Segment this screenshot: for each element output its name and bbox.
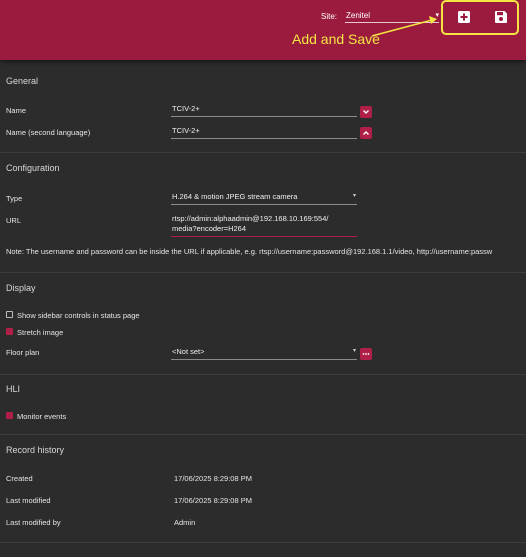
sidebar-controls-label: Show sidebar controls in status page — [17, 311, 140, 320]
annotation-arrow — [371, 16, 437, 37]
chevron-down-icon: ▾ — [352, 193, 356, 199]
section-record-history-title: Record history — [6, 445, 65, 455]
chevron-down-icon — [363, 110, 369, 114]
stretch-image-label: Stretch image — [17, 328, 64, 337]
more-dots-icon — [362, 353, 370, 355]
floor-plan-label: Floor plan — [6, 348, 40, 357]
type-select[interactable]: H.264 & motion JPEG stream camera ▾ — [171, 192, 357, 205]
url-input-line2: media?encoder=H264 — [172, 224, 247, 233]
monitor-events-checkbox[interactable] — [6, 412, 13, 419]
sidebar-controls-checkbox[interactable] — [6, 311, 13, 318]
section-hli-title: HLI — [6, 384, 21, 394]
chevron-down-icon: ▾ — [352, 348, 356, 354]
last-modified-label: Last modified — [6, 496, 51, 505]
created-label: Created — [6, 474, 33, 483]
url-label: URL — [6, 216, 22, 225]
divider — [0, 374, 526, 375]
type-label: Type — [6, 194, 23, 203]
name-input[interactable]: TCIV-2+ — [171, 104, 357, 117]
created-value: 17/06/2025 8:29:08 PM — [174, 474, 252, 483]
name2-input-value: TCIV-2+ — [172, 126, 200, 135]
name-input-value: TCIV-2+ — [172, 104, 200, 113]
last-modified-value: 17/06/2025 8:29:08 PM — [174, 496, 252, 505]
name2-input[interactable]: TCIV-2+ — [171, 126, 357, 139]
floor-plan-browse-button[interactable] — [360, 348, 372, 360]
last-modified-by-value: Admin — [174, 518, 196, 527]
section-display-title: Display — [6, 283, 36, 293]
last-modified-by-label: Last modified by — [6, 518, 61, 527]
annotation-text: Add and Save — [292, 31, 380, 47]
url-note: Note: The username and password can be i… — [6, 247, 493, 256]
divider — [0, 542, 526, 543]
collapse-language-button[interactable] — [360, 106, 372, 118]
monitor-events-label: Monitor events — [17, 412, 67, 421]
name2-label: Name (second language) — [6, 128, 91, 137]
stretch-image-checkbox[interactable] — [6, 328, 13, 335]
url-input[interactable]: rtsp://admin:alphaadmin@192.168.10.169:5… — [171, 214, 357, 237]
section-general-title: General — [6, 76, 39, 86]
expand-language-button[interactable] — [360, 127, 372, 139]
floor-plan-select[interactable]: <Not set> ▾ — [171, 347, 357, 360]
divider — [0, 152, 526, 153]
url-input-line1: rtsp://admin:alphaadmin@192.168.10.169:5… — [172, 214, 329, 223]
section-configuration-title: Configuration — [6, 163, 60, 173]
name-label: Name — [6, 106, 27, 115]
divider — [0, 272, 526, 273]
divider — [0, 434, 526, 435]
chevron-up-icon — [363, 131, 369, 135]
type-select-value: H.264 & motion JPEG stream camera — [172, 192, 298, 201]
floor-plan-value: <Not set> — [172, 347, 205, 356]
